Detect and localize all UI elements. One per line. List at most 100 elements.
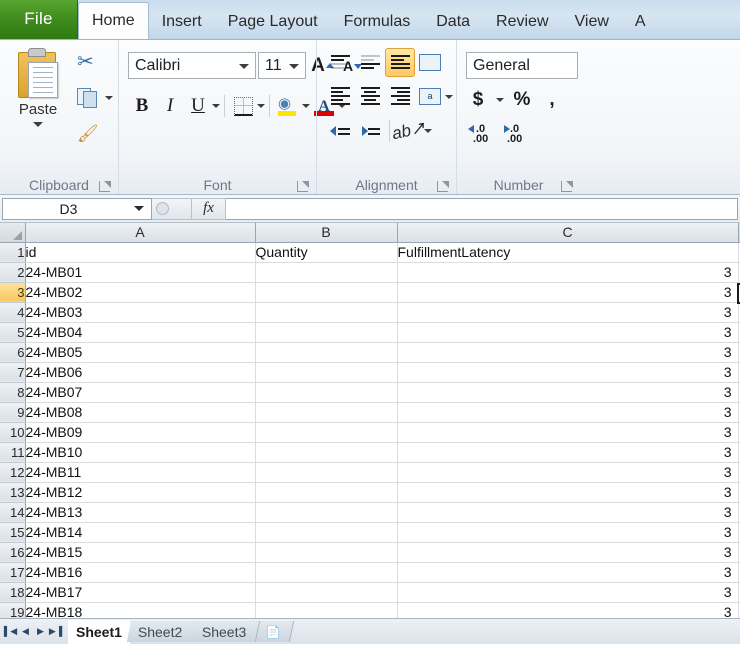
align-left-button[interactable] [325,82,355,111]
cell-B17[interactable] [255,562,398,583]
cell-B18[interactable] [255,582,398,603]
row-header-3[interactable]: 3 [0,282,26,303]
row-header-18[interactable]: 18 [0,582,26,603]
tab-formulas[interactable]: Formulas [331,5,424,39]
cell-A8[interactable]: 24-MB07 [25,382,256,403]
align-middle-button[interactable] [355,48,385,77]
cell-B11[interactable] [255,442,398,463]
chevron-down-icon[interactable] [239,63,249,69]
cell-B15[interactable] [255,522,398,543]
cell-C8[interactable]: 3 [397,382,739,403]
merge-center-button[interactable]: a [415,82,445,111]
italic-button[interactable]: I [156,92,184,120]
row-header-4[interactable]: 4 [0,302,26,323]
tab-review[interactable]: Review [483,5,561,39]
fill-color-button[interactable]: ◉ [274,92,302,120]
alignment-dialog-launcher[interactable] [437,181,449,192]
row-header-8[interactable]: 8 [0,382,26,403]
cell-A1[interactable]: id [25,242,256,263]
nav-next-sheet-button[interactable]: ▶ [34,624,47,640]
sheet-tab-sheet3[interactable]: Sheet3 [191,621,261,642]
align-right-button[interactable] [385,82,415,111]
align-bottom-button[interactable] [385,48,415,77]
row-header-2[interactable]: 2 [0,262,26,283]
borders-button[interactable] [229,92,257,120]
cell-A6[interactable]: 24-MB05 [25,342,256,363]
cell-C13[interactable]: 3 [397,482,739,503]
number-dialog-launcher[interactable] [561,181,573,192]
font-size-input[interactable]: 11 [258,52,306,79]
cell-B8[interactable] [255,382,398,403]
cell-A15[interactable]: 24-MB14 [25,522,256,543]
row-header-14[interactable]: 14 [0,502,26,523]
paste-button[interactable]: Paste [7,46,69,127]
insert-function-button[interactable]: fx [192,197,226,220]
row-header-17[interactable]: 17 [0,562,26,583]
cell-B13[interactable] [255,482,398,503]
cell-C18[interactable]: 3 [397,582,739,603]
cell-B5[interactable] [255,322,398,343]
cell-A11[interactable]: 24-MB10 [25,442,256,463]
cell-C17[interactable]: 3 [397,562,739,583]
clipboard-dialog-launcher[interactable] [99,181,111,192]
cell-A7[interactable]: 24-MB06 [25,362,256,383]
row-header-19[interactable]: 19 [0,602,26,618]
align-center-button[interactable] [355,82,385,111]
chevron-down-icon[interactable] [33,122,43,127]
row-header-5[interactable]: 5 [0,322,26,343]
insert-worksheet-button[interactable]: 📄 [255,621,294,642]
cell-C10[interactable]: 3 [397,422,739,443]
comma-button[interactable]: , [540,86,564,114]
cell-B3[interactable] [255,282,398,303]
row-header-10[interactable]: 10 [0,422,26,443]
decrease-indent-button[interactable] [325,116,355,145]
cell-A3[interactable]: 24-MB02 [25,282,256,303]
increase-decimal-button[interactable]: .0 .00 [468,122,494,148]
chevron-down-icon[interactable] [134,206,144,211]
cell-C2[interactable]: 3 [397,262,739,283]
row-header-1[interactable]: 1 [0,242,26,263]
cell-C19[interactable]: 3 [397,602,739,618]
column-header-c[interactable]: C [397,223,739,243]
font-dialog-launcher[interactable] [297,181,309,192]
cell-A12[interactable]: 24-MB11 [25,462,256,483]
nav-last-sheet-button[interactable]: ▶▐ [49,624,62,640]
font-name-input[interactable]: Calibri [128,52,256,79]
tab-clipped[interactable]: A [622,5,659,39]
cell-B19[interactable] [255,602,398,618]
tab-view[interactable]: View [562,5,622,39]
cell-A17[interactable]: 24-MB16 [25,562,256,583]
cell-C12[interactable]: 3 [397,462,739,483]
currency-button[interactable]: $ [466,86,490,114]
cell-C3[interactable]: 3 [397,282,739,303]
cell-B7[interactable] [255,362,398,383]
row-header-7[interactable]: 7 [0,362,26,383]
cell-C9[interactable]: 3 [397,402,739,423]
cell-B1[interactable]: Quantity [255,242,398,263]
cell-A4[interactable]: 24-MB03 [25,302,256,323]
row-header-13[interactable]: 13 [0,482,26,503]
cell-C16[interactable]: 3 [397,542,739,563]
spreadsheet-grid[interactable]: A B C 1 id Quantity FulfillmentLatency 2 24-M… [0,223,740,618]
row-header-9[interactable]: 9 [0,402,26,423]
chevron-down-icon[interactable] [105,96,113,100]
chevron-down-icon[interactable] [496,98,504,102]
increase-indent-button[interactable] [355,116,385,145]
orientation-button[interactable] [415,48,445,77]
underline-button[interactable]: U [184,92,212,120]
cell-A2[interactable]: 24-MB01 [25,262,256,283]
cell-C1[interactable]: FulfillmentLatency [397,242,739,263]
row-header-6[interactable]: 6 [0,342,26,363]
cell-B14[interactable] [255,502,398,523]
cell-B16[interactable] [255,542,398,563]
cell-B2[interactable] [255,262,398,283]
sheet-tab-sheet1[interactable]: Sheet1 [68,619,130,644]
formula-input[interactable] [226,197,738,220]
cell-C14[interactable]: 3 [397,502,739,523]
cell-A5[interactable]: 24-MB04 [25,322,256,343]
copy-button[interactable] [77,88,113,108]
chevron-down-icon[interactable] [445,94,453,99]
text-orientation-button[interactable]: ab↗ [391,116,427,145]
tab-home[interactable]: Home [78,2,149,39]
cell-C11[interactable]: 3 [397,442,739,463]
